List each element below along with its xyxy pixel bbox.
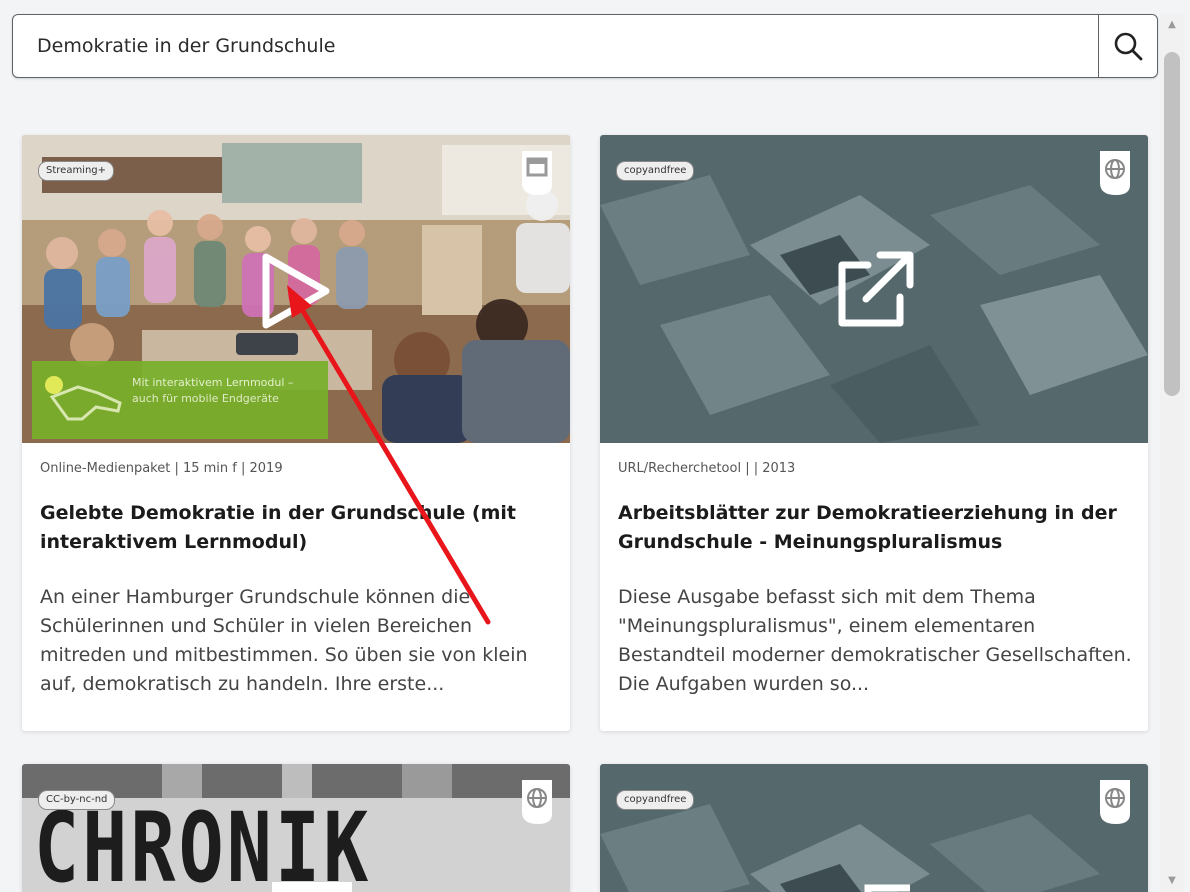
scroll-up-arrow-icon[interactable]: ▲ <box>1160 14 1184 34</box>
touch-hand-icon <box>45 376 122 421</box>
chronik-title-text: CHRONIK <box>34 792 372 892</box>
link-thumbnail[interactable]: copyandfree <box>600 764 1148 892</box>
interactive-module-banner: Mit interaktivem Lernmodul – auch für mo… <box>32 361 328 439</box>
globe-icon <box>1100 780 1130 824</box>
card-description: An einer Hamburger Grundschule können di… <box>40 586 528 695</box>
card-title[interactable]: Arbeitsblätter zur Demokratieerziehung i… <box>618 499 1128 557</box>
result-card[interactable]: Mit interaktivem Lernmodul – auch für mo… <box>22 135 570 731</box>
scroll-thumb[interactable] <box>1164 52 1180 396</box>
search-icon <box>1114 32 1143 61</box>
geometric-pattern-image <box>600 764 1148 892</box>
license-badge: CC-by-nc-nd <box>38 790 116 810</box>
media-package-icon <box>522 151 552 195</box>
media-meta: Online-Medienpaket | 15 min f | 2019 <box>40 461 283 476</box>
video-thumbnail[interactable]: Mit interaktivem Lernmodul – auch für mo… <box>22 135 570 443</box>
search-input[interactable] <box>13 15 1099 77</box>
media-meta: URL/Recherchetool | | 2013 <box>618 461 796 476</box>
result-card[interactable]: CHRONIK CC-by-nc-nd <box>22 764 570 892</box>
interactive-module-text: Mit interaktivem Lernmodul – auch für mo… <box>132 376 294 405</box>
geometric-pattern-image <box>600 135 1148 443</box>
search-bar <box>12 14 1158 78</box>
result-card[interactable]: copyandfree <box>600 764 1148 892</box>
search-button[interactable] <box>1098 15 1157 77</box>
globe-icon <box>522 780 552 824</box>
result-card[interactable]: copyandfree URL/Recherchetool | | 2013 A… <box>600 135 1148 731</box>
scroll-down-arrow-icon[interactable]: ▼ <box>1160 870 1184 890</box>
license-badge: copyandfree <box>616 790 695 810</box>
chronik-thumbnail[interactable]: CHRONIK CC-by-nc-nd <box>22 764 570 892</box>
license-badge: copyandfree <box>616 161 695 181</box>
card-title[interactable]: Gelebte Demokratie in der Grundschule (m… <box>40 499 550 557</box>
card-description: Diese Ausgabe befasst sich mit dem Thema… <box>618 586 1132 695</box>
scrollbar[interactable]: ▲ ▼ <box>1160 14 1184 892</box>
globe-icon <box>1100 151 1130 195</box>
link-thumbnail[interactable]: copyandfree <box>600 135 1148 443</box>
license-badge: Streaming+ <box>38 161 115 181</box>
